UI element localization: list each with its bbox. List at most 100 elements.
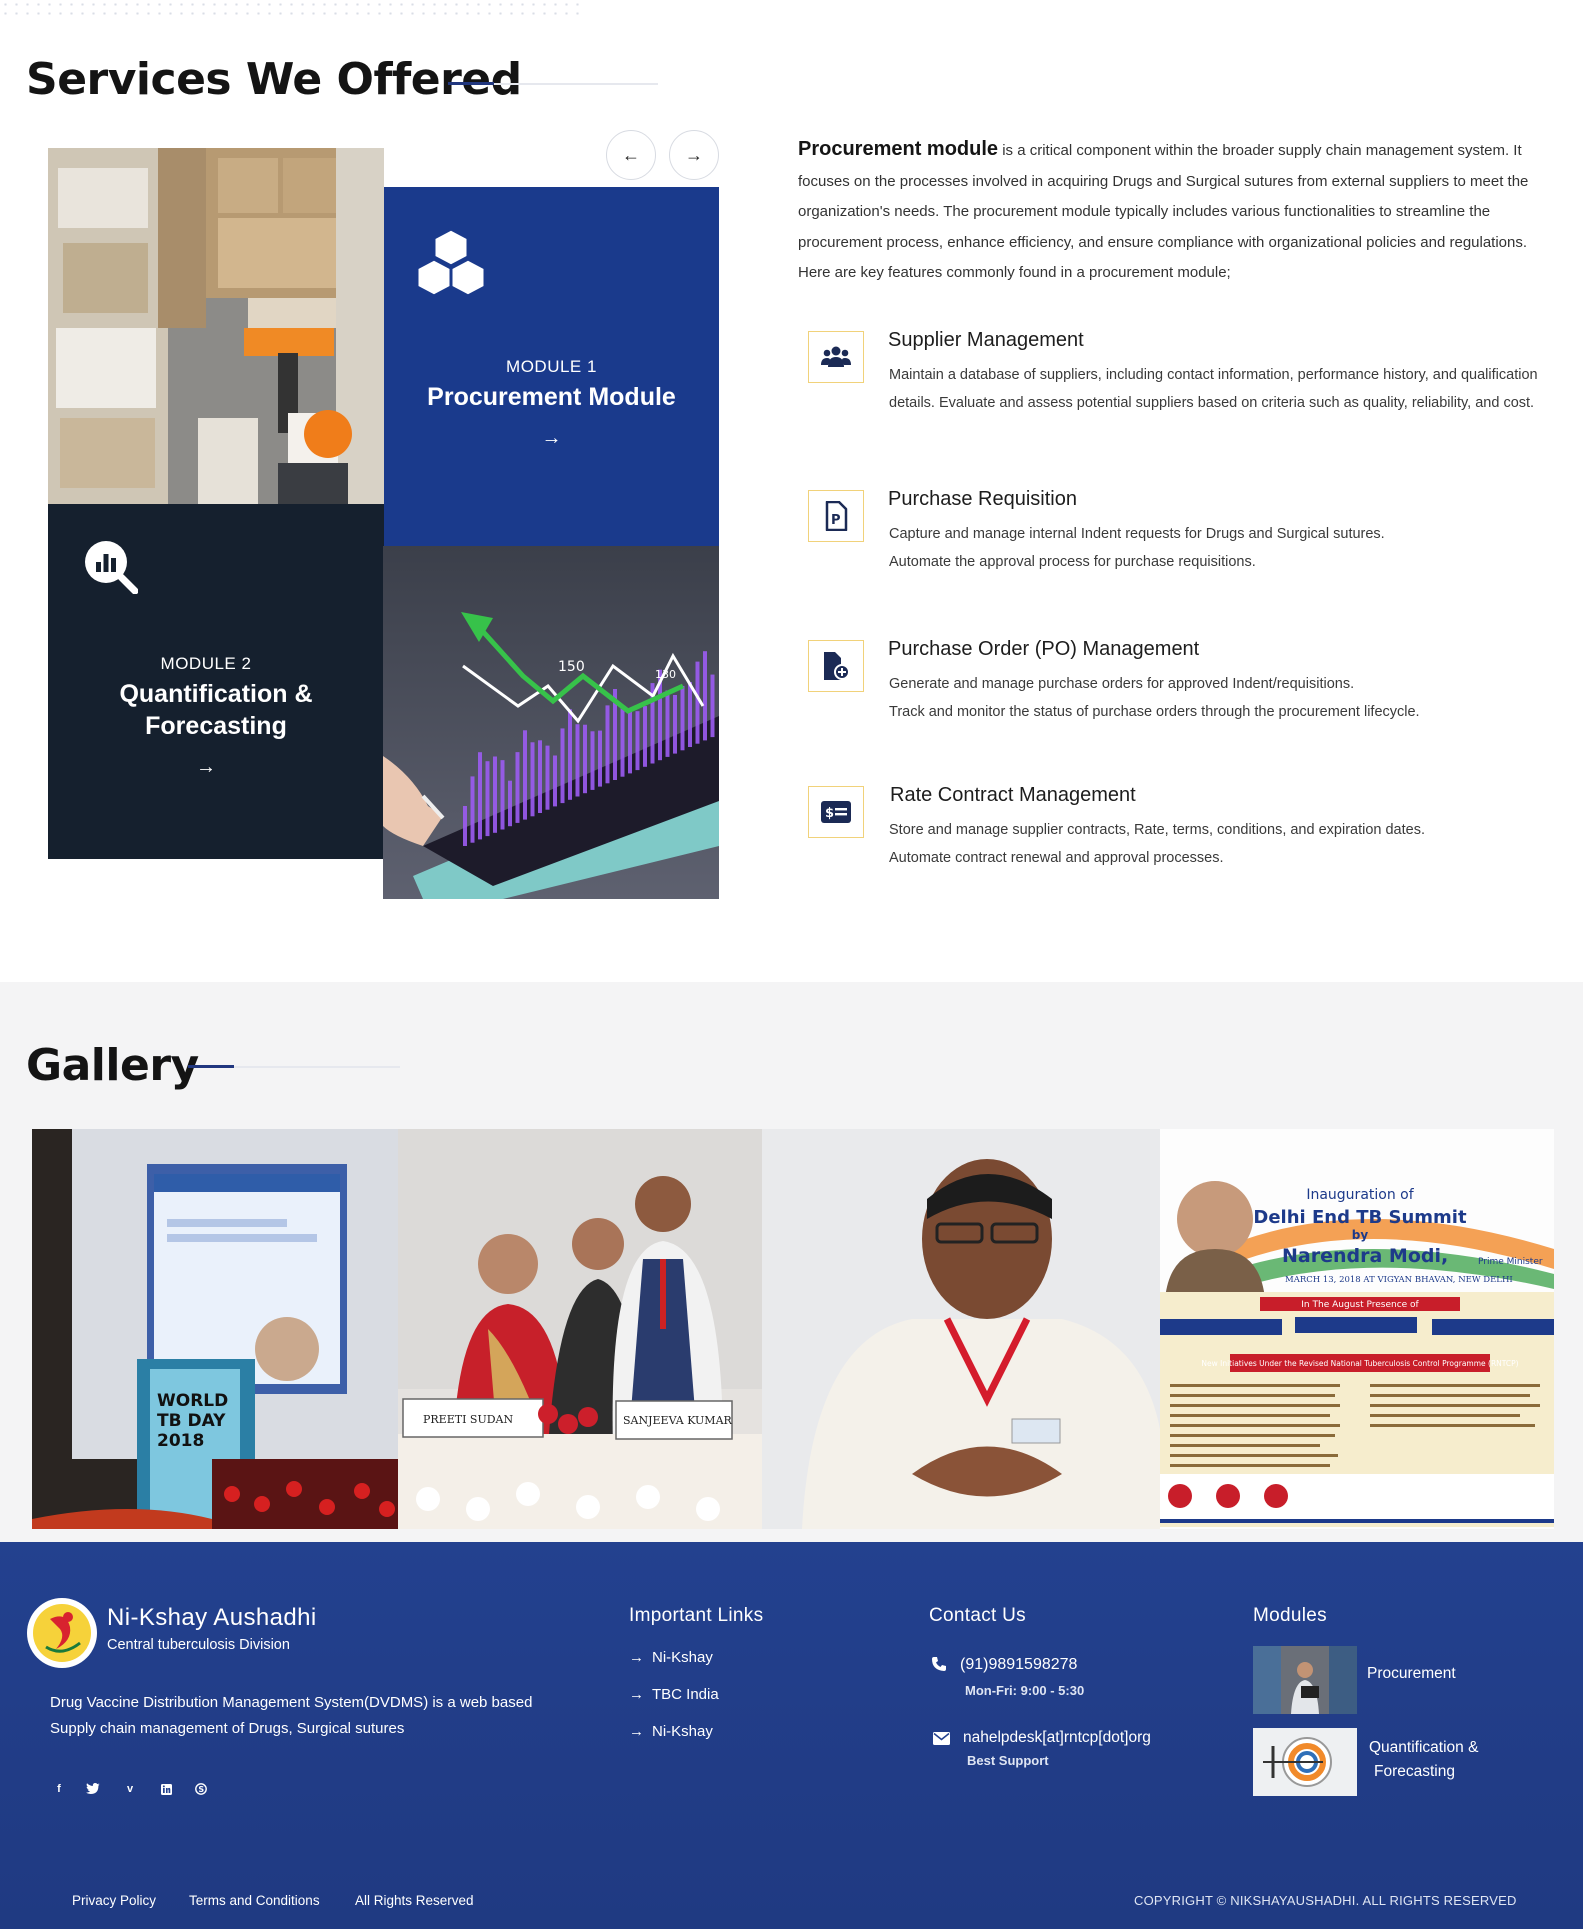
feature-desc-line: Generate and manage purchase orders for … — [889, 676, 1355, 692]
feature-purchase-order: Purchase Order (PO) Management Generate … — [808, 638, 1558, 730]
feature-description: Maintain a database of suppliers, includ… — [889, 367, 1538, 411]
link-label: Ni-Kshay — [652, 1723, 713, 1740]
money-card-icon: $ — [808, 786, 864, 838]
decorative-bar — [635, 711, 640, 771]
contact-support: Best Support — [967, 1753, 1049, 1768]
arrow-right-icon[interactable]: → — [384, 427, 719, 450]
copyright-text: COPYRIGHT © NIKSHAYAUSHADHI. ALL RIGHTS … — [1134, 1893, 1517, 1908]
decorative-bar — [538, 740, 542, 813]
decorative-bar — [703, 651, 707, 741]
facebook-icon[interactable]: f — [50, 1780, 68, 1798]
rights-link[interactable]: All Rights Reserved — [355, 1893, 474, 1908]
module-thumb-procurement[interactable] — [1253, 1646, 1357, 1714]
carousel-next-button[interactable]: → — [669, 130, 719, 180]
feature-title: Rate Contract Management — [890, 784, 1136, 806]
users-icon — [808, 331, 864, 383]
intro-text: is a critical component within the broad… — [798, 142, 1529, 281]
decorative-bar — [620, 706, 625, 777]
services-title: Services We Offered — [26, 54, 522, 105]
poster-text: In The August Presence of — [1301, 1300, 1419, 1310]
terms-link[interactable]: Terms and Conditions — [189, 1893, 320, 1908]
svg-text:S: S — [198, 1785, 204, 1794]
poster-text: Narendra Modi, — [1282, 1245, 1448, 1267]
decorative-bar — [673, 694, 677, 754]
feature-purchase-requisition: P Purchase Requisition Capture and manag… — [808, 488, 1558, 580]
skype-icon[interactable]: S — [192, 1780, 210, 1798]
decorative-bar — [695, 661, 700, 744]
arrow-right-icon[interactable]: → — [48, 756, 384, 779]
decorative-bar — [478, 752, 482, 840]
procurement-intro: Procurement module is a critical compone… — [798, 134, 1548, 289]
footer-link-nikshay[interactable]: → Ni-Kshay — [629, 1649, 713, 1666]
module-1-name: Procurement Module — [427, 383, 676, 411]
contact-phone[interactable]: (91)9891598278 — [960, 1656, 1077, 1674]
brand-name: Ni-Kshay Aushadhi — [107, 1604, 317, 1631]
chart-value-label: 130 — [655, 668, 676, 681]
arrow-right-icon: → — [629, 1686, 644, 1703]
decorative-bar — [643, 706, 647, 767]
envelope-icon — [933, 1732, 950, 1750]
decorative-bar — [463, 806, 467, 846]
module-thumb-quantification[interactable] — [1253, 1728, 1357, 1796]
gallery-image-official-portrait[interactable] — [762, 1129, 1160, 1529]
decorative-bar — [628, 709, 632, 774]
document-p-icon: P — [808, 490, 864, 542]
gallery-image-summit-poster[interactable]: Inauguration of Delhi End TB Summit by N… — [1160, 1129, 1554, 1529]
twitter-icon[interactable] — [84, 1780, 102, 1798]
gallery-image-officials[interactable]: PREETI SUDAN SANJEEVA KUMAR — [398, 1129, 762, 1529]
svg-text:P: P — [831, 513, 841, 528]
title-underline — [188, 1065, 400, 1068]
module-2-name-line1: Quantification & — [119, 680, 313, 708]
decorative-bar — [470, 776, 475, 843]
footer-link-nikshay-2[interactable]: → Ni-Kshay — [629, 1723, 713, 1740]
feature-title: Purchase Requisition — [888, 488, 1077, 510]
carousel-prev-button[interactable]: ← — [606, 130, 656, 180]
feature-supplier-management: Supplier Management Maintain a database … — [808, 329, 1558, 451]
decorative-bar — [500, 760, 505, 830]
feature-title: Purchase Order (PO) Management — [888, 638, 1200, 660]
decorative-bar — [710, 674, 715, 738]
podium-text: TB DAY — [157, 1411, 226, 1431]
feature-rate-contract: $ Rate Contract Management Store and man… — [808, 784, 1559, 876]
poster-text: Inauguration of — [1306, 1187, 1414, 1203]
feature-desc-line: Automate contract renewal and approval p… — [889, 850, 1224, 866]
module-link-quantification[interactable]: Quantification & — [1369, 1739, 1478, 1757]
nameplate-text: SANJEEVA KUMAR — [623, 1414, 733, 1427]
module-1-card[interactable]: MODULE 1 Procurement Module → — [384, 187, 719, 546]
footer-link-tbc-india[interactable]: → TBC India — [629, 1686, 719, 1703]
nameplate-text: PREETI SUDAN — [423, 1413, 513, 1426]
title-underline — [448, 82, 658, 85]
intro-bold: Procurement module — [798, 138, 999, 160]
podium-text: WORLD — [157, 1391, 228, 1411]
feature-desc-line: Capture and manage internal Indent reque… — [889, 526, 1385, 542]
decorative-bar — [583, 724, 587, 794]
linkedin-icon[interactable] — [157, 1780, 175, 1798]
module-2-card[interactable]: MODULE 2 Quantification & Forecasting → — [48, 504, 384, 859]
module-1-number: MODULE 1 — [506, 357, 597, 376]
poster-text: MARCH 13, 2018 AT VIGYAN BHAVAN, NEW DEL… — [1285, 1275, 1513, 1285]
arrow-right-icon: → — [629, 1723, 644, 1740]
decorative-bar — [598, 730, 602, 787]
contact-hours: Mon-Fri: 9:00 - 5:30 — [965, 1683, 1085, 1698]
privacy-policy-link[interactable]: Privacy Policy — [72, 1893, 156, 1908]
decorative-bar — [560, 728, 565, 804]
contact-email[interactable]: nahelpdesk[at]rntcp[dot]org — [963, 1729, 1151, 1747]
decorative-bar — [575, 724, 580, 797]
gallery-image-tb-day[interactable]: WORLD TB DAY 2018 — [32, 1129, 398, 1529]
important-links-heading: Important Links — [629, 1605, 764, 1626]
arrow-right-icon: → — [629, 1649, 644, 1666]
arrow-right-icon: → — [685, 144, 703, 165]
link-label: Ni-Kshay — [652, 1649, 713, 1666]
decorative-bar — [545, 745, 550, 810]
decorative-bar — [665, 690, 670, 757]
decorative-bar — [680, 685, 685, 751]
module-link-forecasting[interactable]: Forecasting — [1374, 1763, 1455, 1781]
decorative-dots — [0, 0, 580, 18]
poster-text: Prime Minister — [1478, 1257, 1543, 1267]
module-link-procurement[interactable]: Procurement — [1367, 1665, 1456, 1683]
vimeo-icon[interactable]: v — [121, 1780, 139, 1798]
feature-description: Store and manage supplier contracts, Rat… — [889, 816, 1559, 872]
modules-heading: Modules — [1253, 1605, 1327, 1626]
svg-text:$: $ — [825, 806, 834, 821]
feature-desc-line: Store and manage supplier contracts, Rat… — [889, 822, 1425, 838]
